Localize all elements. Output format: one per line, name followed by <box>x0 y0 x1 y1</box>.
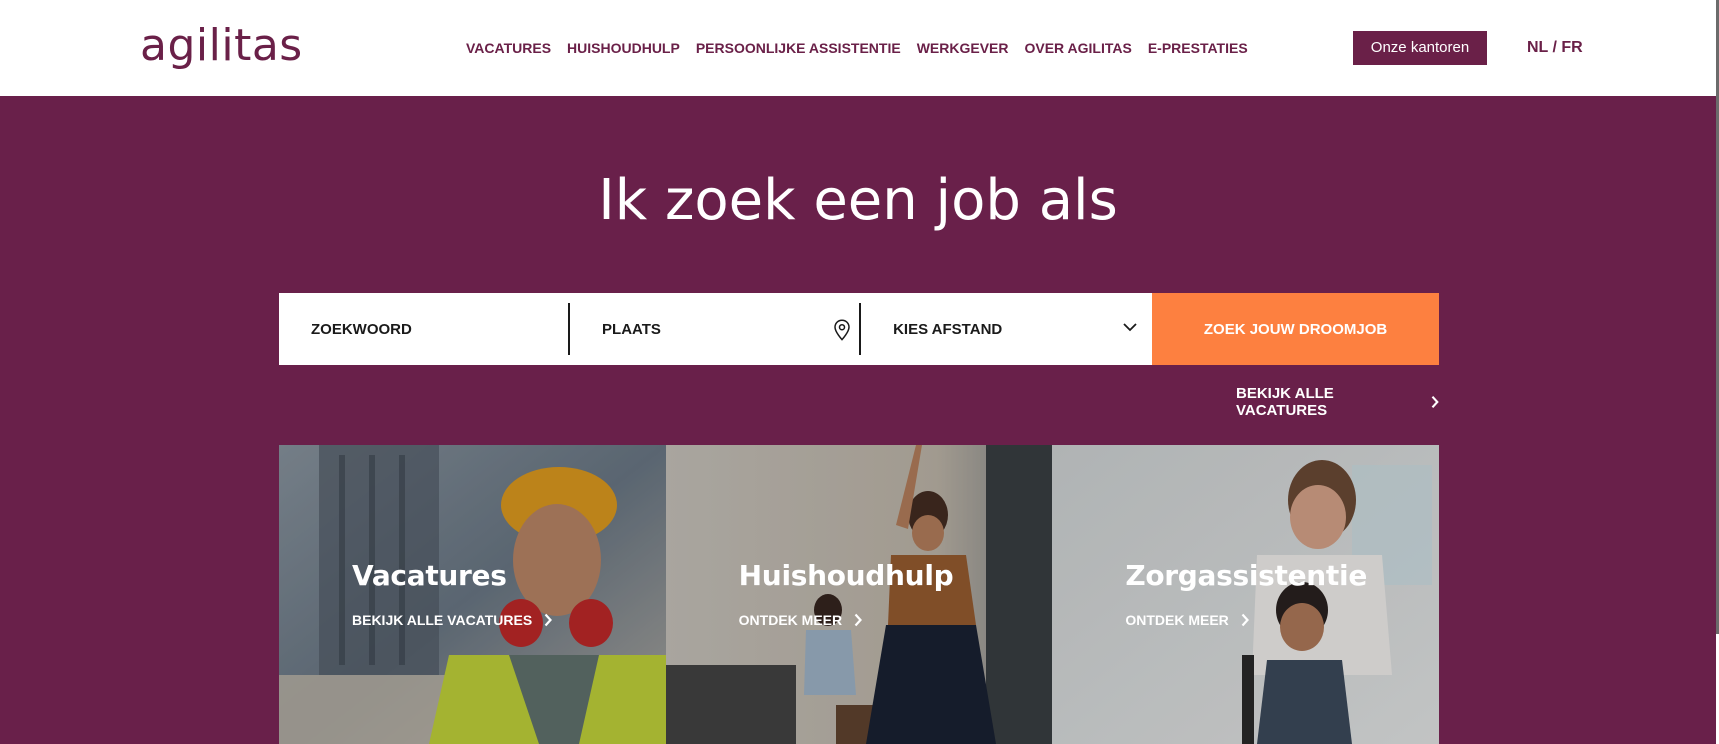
search-submit-button[interactable]: ZOEK JOUW DROOMJOB <box>1152 293 1440 365</box>
place-input[interactable]: PLAATS <box>570 293 859 365</box>
chevron-right-icon <box>854 613 863 627</box>
chevron-right-icon <box>1241 613 1249 627</box>
lang-fr[interactable]: FR <box>1561 39 1582 56</box>
lang-nl[interactable]: NL <box>1527 39 1548 56</box>
view-all-jobs-label: BEKIJK ALLE VACATURES <box>1236 385 1334 419</box>
main-nav: VACATURES HUISHOUDHULP PERSOONLIJKE ASSI… <box>466 40 1264 56</box>
lang-separator: / <box>1548 39 1562 56</box>
nav-over-agilitas[interactable]: OVER AGILITAS <box>1024 40 1131 56</box>
card-link[interactable]: ONTDEK MEER <box>1125 612 1249 628</box>
offices-button[interactable]: Onze kantoren <box>1353 31 1487 65</box>
card-link[interactable]: BEKIJK ALLE VACATURES <box>352 612 553 628</box>
site-header: agilitas VACATURES HUISHOUDHULP PERSOONL… <box>0 0 1716 96</box>
chevron-down-icon <box>1123 323 1137 332</box>
card-title: Vacatures <box>352 559 507 592</box>
nav-e-prestaties[interactable]: E-PRESTATIES <box>1148 40 1248 56</box>
card-title: Zorgassistentie <box>1125 559 1368 592</box>
view-all-jobs-link[interactable]: BEKIJK ALLE VACATURES <box>1236 385 1439 419</box>
card-vacatures[interactable]: Vacatures BEKIJK ALLE VACATURES <box>279 445 666 744</box>
card-link[interactable]: ONTDEK MEER <box>738 612 863 628</box>
nav-werkgever[interactable]: WERKGEVER <box>917 40 1009 56</box>
chevron-right-icon <box>1431 395 1439 409</box>
keyword-input[interactable]: ZOEKWOORD <box>279 293 568 365</box>
nav-vacatures[interactable]: VACATURES <box>466 40 551 56</box>
yoga-family-photo <box>665 445 1053 744</box>
card-huishoudhulp[interactable]: Huishoudhulp ONTDEK MEER <box>665 445 1053 744</box>
hero-section: Ik zoek een job als ZOEKWOORD PLAATS KIE… <box>0 96 1716 744</box>
care-assistance-photo <box>1052 445 1440 744</box>
location-pin-icon <box>834 319 850 341</box>
card-zorgassistentie[interactable]: Zorgassistentie ONTDEK MEER <box>1052 445 1440 744</box>
nav-persoonlijke-assistentie[interactable]: PERSOONLIJKE ASSISTENTIE <box>696 40 901 56</box>
card-title: Huishoudhulp <box>738 559 954 592</box>
language-switcher: NL / FR <box>1527 39 1583 57</box>
category-cards: Vacatures BEKIJK ALLE VACATURES Huishoud… <box>279 445 1440 744</box>
job-search-bar: ZOEKWOORD PLAATS KIES AFSTAND ZOEK JOUW … <box>279 293 1440 365</box>
agilitas-logo[interactable]: agilitas <box>140 18 303 74</box>
construction-worker-photo <box>279 445 666 744</box>
nav-huishoudhulp[interactable]: HUISHOUDHULP <box>567 40 680 56</box>
chevron-right-icon <box>544 613 553 627</box>
card-link-label: BEKIJK ALLE VACATURES <box>352 612 533 628</box>
card-link-label: ONTDEK MEER <box>738 612 843 628</box>
place-input-label: PLAATS <box>602 320 661 338</box>
distance-select[interactable]: KIES AFSTAND <box>861 293 1152 365</box>
card-link-label: ONTDEK MEER <box>1125 612 1229 628</box>
hero-title: Ik zoek een job als <box>598 168 1118 233</box>
distance-select-label: KIES AFSTAND <box>893 320 1003 338</box>
